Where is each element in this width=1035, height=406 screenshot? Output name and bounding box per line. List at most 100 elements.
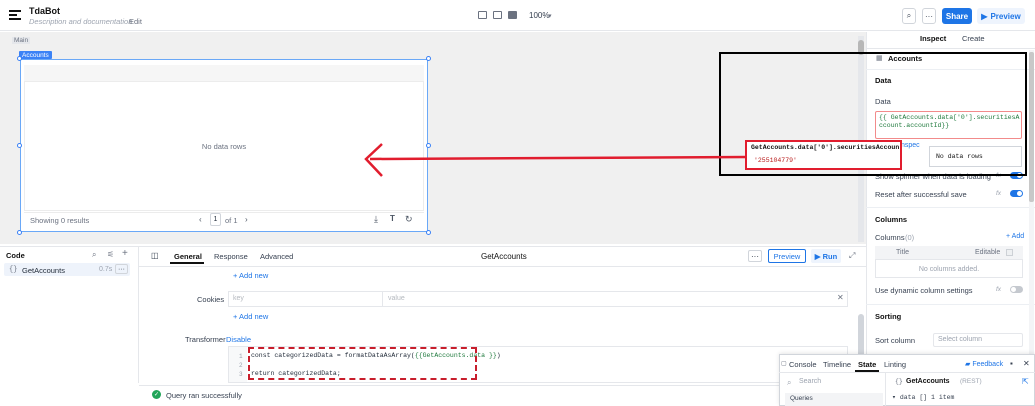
play-icon: ▶ bbox=[814, 251, 821, 261]
resize-handle[interactable] bbox=[17, 230, 22, 235]
feedback-button[interactable]: ▰ Feedback bbox=[965, 360, 1003, 368]
no-columns-text: No columns added. bbox=[918, 266, 980, 273]
page-input[interactable]: 1 bbox=[210, 213, 221, 226]
filter-sliders-icon[interactable]: ⚟ bbox=[107, 250, 114, 259]
close-icon[interactable]: ✕ bbox=[1023, 359, 1030, 368]
console-search-input[interactable]: Search bbox=[799, 378, 821, 385]
divider bbox=[866, 48, 1035, 49]
add-query-icon[interactable]: + bbox=[122, 248, 128, 259]
search-icon: ⌕ bbox=[787, 378, 792, 387]
resize-handle[interactable] bbox=[17, 143, 22, 148]
column-header-editable: Editable bbox=[975, 249, 1001, 256]
tab-response[interactable]: Response bbox=[214, 252, 248, 261]
queries-group[interactable]: Queries bbox=[785, 393, 883, 406]
resize-handle[interactable] bbox=[17, 56, 22, 61]
results-count: Showing 0 results bbox=[30, 216, 90, 225]
tab-state[interactable]: State bbox=[858, 360, 876, 369]
editable-checkbox[interactable] bbox=[1006, 249, 1013, 256]
code-text: ) bbox=[496, 352, 501, 359]
search-icon[interactable]: ⌕ bbox=[92, 250, 96, 260]
state-object-name: GetAccounts bbox=[906, 378, 950, 385]
feedback-label: Feedback bbox=[972, 361, 1004, 368]
widget-name-tag[interactable]: Accounts bbox=[19, 51, 52, 59]
tab-advanced[interactable]: Advanced bbox=[260, 252, 293, 261]
section-sorting-heading[interactable]: Sorting bbox=[875, 312, 901, 321]
share-button[interactable]: Share bbox=[942, 8, 972, 24]
tab-timeline[interactable]: Timeline bbox=[823, 360, 851, 369]
line-number: 3 bbox=[239, 371, 243, 378]
mobile-view-icon[interactable] bbox=[508, 11, 517, 19]
desktop-view-icon[interactable] bbox=[478, 11, 487, 19]
add-cookie-button[interactable]: + Add new bbox=[233, 312, 268, 321]
columns-label: Columns bbox=[875, 233, 905, 242]
disable-transformer-link[interactable]: Disable bbox=[226, 335, 251, 344]
tab-inspect[interactable]: Inspect bbox=[920, 34, 946, 43]
line-number: 2 bbox=[239, 362, 243, 369]
tab-console[interactable]: Console bbox=[789, 360, 817, 369]
query-preview-button[interactable]: Preview bbox=[768, 249, 806, 263]
tooltip-value: '255104779' bbox=[754, 157, 797, 164]
query-title[interactable]: GetAccounts bbox=[481, 252, 527, 261]
run-button[interactable]: ▶ Run bbox=[811, 249, 841, 263]
add-header-button[interactable]: + Add new bbox=[233, 271, 268, 280]
prev-page-icon[interactable]: ‹ bbox=[199, 215, 202, 224]
close-icon[interactable]: ✕ bbox=[837, 293, 844, 302]
fx-icon[interactable]: fx bbox=[996, 190, 1001, 197]
divider bbox=[779, 372, 1035, 373]
line-number: 1 bbox=[239, 353, 243, 360]
cookie-key-input[interactable]: key bbox=[233, 295, 244, 302]
section-columns-heading[interactable]: Columns bbox=[875, 215, 907, 224]
code-panel-title: Code bbox=[6, 251, 25, 260]
more-options-icon[interactable]: ··· bbox=[748, 250, 762, 262]
app-description[interactable]: Description and documentation bbox=[29, 17, 132, 26]
resize-handle[interactable] bbox=[426, 56, 431, 61]
next-page-icon[interactable]: › bbox=[245, 215, 248, 224]
add-column-button[interactable]: + Add bbox=[1006, 233, 1024, 240]
fx-icon[interactable]: fx bbox=[996, 286, 1001, 293]
cookie-value-input[interactable]: value bbox=[388, 295, 405, 302]
transformer-label: Transformer bbox=[185, 335, 226, 344]
code-braces-icon: {} bbox=[9, 266, 18, 274]
tablet-view-icon[interactable] bbox=[493, 11, 502, 19]
state-data-row[interactable]: ▾ data [] 1 item bbox=[892, 393, 954, 401]
active-tab-indicator bbox=[170, 262, 204, 264]
status-bar bbox=[139, 385, 866, 406]
tab-create[interactable]: Create bbox=[962, 34, 985, 43]
toggle-sidebar-icon[interactable]: ◫ bbox=[151, 251, 159, 260]
dynamic-column-settings-toggle[interactable] bbox=[1010, 286, 1023, 293]
reset-after-save-toggle[interactable] bbox=[1010, 190, 1023, 197]
refresh-icon[interactable]: ↻ bbox=[405, 214, 413, 225]
zoom-level[interactable]: 100% bbox=[529, 11, 549, 20]
resize-handle[interactable] bbox=[426, 230, 431, 235]
dynamic-column-settings-label: Use dynamic column settings bbox=[875, 286, 973, 295]
pin-icon[interactable]: ⇱ bbox=[1022, 377, 1029, 386]
check-icon: ✓ bbox=[152, 390, 161, 399]
divider bbox=[382, 291, 383, 307]
annotation-arrow bbox=[364, 143, 749, 177]
table-header bbox=[24, 65, 424, 82]
more-options-icon[interactable]: ··· bbox=[922, 8, 936, 24]
query-more-button[interactable]: ··· bbox=[115, 264, 128, 274]
run-label: Run bbox=[822, 251, 838, 261]
status-text: Query ran successfully bbox=[166, 391, 242, 400]
chevron-down-icon[interactable]: ▾ bbox=[548, 12, 552, 20]
tab-linting[interactable]: Linting bbox=[884, 360, 906, 369]
reset-after-save-label: Reset after successful save bbox=[875, 190, 967, 199]
trash-icon[interactable]: ▪ bbox=[1010, 359, 1013, 368]
code-braces-icon: {} bbox=[895, 378, 903, 385]
table-body bbox=[24, 65, 424, 211]
filter-icon[interactable]: T bbox=[390, 214, 395, 223]
state-object-type: (REST) bbox=[960, 378, 982, 385]
download-icon[interactable]: ⤓ bbox=[374, 214, 378, 225]
tab-general[interactable]: General bbox=[174, 252, 202, 261]
preview-button[interactable]: ▶ Preview bbox=[977, 8, 1025, 24]
search-icon[interactable]: ⌕ bbox=[902, 8, 916, 24]
main-frame-label: Main bbox=[12, 37, 31, 44]
app-name[interactable]: TdaBot bbox=[29, 6, 60, 16]
play-icon: ▶ bbox=[981, 11, 988, 21]
menu-logo-icon[interactable] bbox=[9, 9, 21, 21]
expand-icon[interactable]: ⤢ bbox=[849, 251, 855, 261]
inspector-scroll-thumb[interactable] bbox=[1029, 52, 1034, 202]
preview-label: Preview bbox=[990, 11, 1021, 21]
edit-description-link[interactable]: Edit bbox=[129, 17, 142, 26]
